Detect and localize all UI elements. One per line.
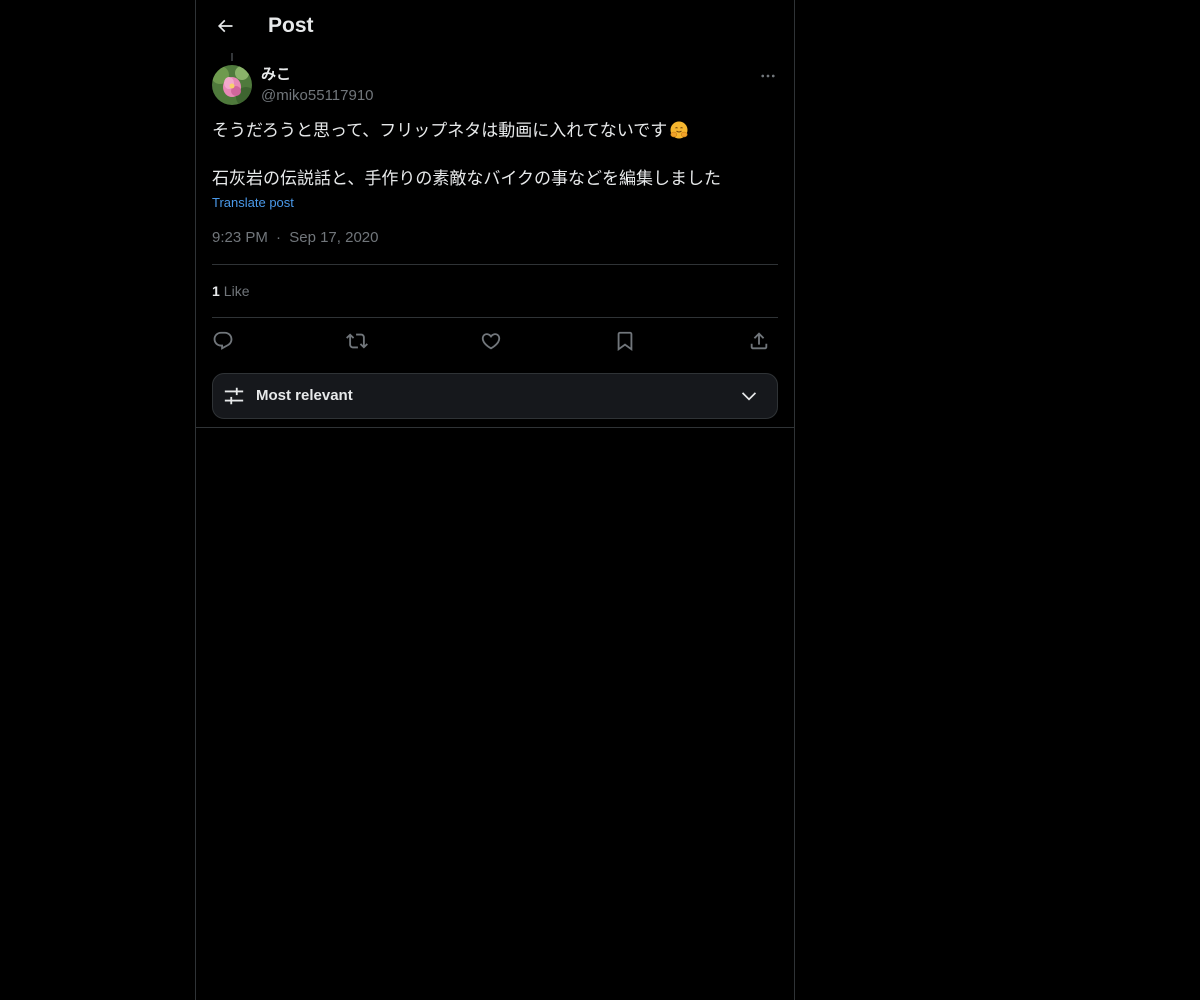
chevron-down-icon xyxy=(741,392,757,401)
share-button[interactable] xyxy=(744,326,774,356)
sort-label: Most relevant xyxy=(256,387,353,404)
timestamp-separator: · xyxy=(276,229,282,246)
bookmark-button[interactable] xyxy=(610,326,640,356)
back-button[interactable] xyxy=(208,9,242,43)
likes-count: 1 xyxy=(212,283,220,299)
sliders-icon xyxy=(224,387,244,405)
section-divider xyxy=(196,427,794,428)
divider xyxy=(212,264,778,265)
main-column: Post みこ @miko55117910 そうだろうと思って、フリップネタは動… xyxy=(195,0,795,1000)
arrow-left-icon xyxy=(217,19,233,33)
hugging-face-emoji xyxy=(670,121,688,139)
translate-post-link[interactable]: Translate post xyxy=(212,194,294,212)
page-title: Post xyxy=(268,14,314,37)
divider xyxy=(212,317,778,318)
post-actions-bar xyxy=(212,326,778,356)
more-horizontal-icon xyxy=(761,74,775,78)
pink-flower-avatar xyxy=(212,65,252,105)
post-text-line-2: 石灰岩の伝説話と、手作りの素敵なバイクの事などを編集しました xyxy=(212,169,721,188)
post-body: そうだろうと思って、フリップネタは動画に入れてないです 石灰岩の伝説話と、手作り… xyxy=(212,119,778,191)
more-options-button[interactable] xyxy=(756,64,780,88)
post-text-content-1: そうだろうと思って、フリップネタは動画に入れてないです xyxy=(212,121,668,140)
post-time[interactable]: 9:23 PM xyxy=(212,229,268,246)
reply-icon xyxy=(213,331,233,350)
sort-replies-dropdown[interactable]: Most relevant xyxy=(212,373,778,419)
page-header: Post xyxy=(196,0,794,53)
post-timestamp: 9:23 PM · Sep 17, 2020 xyxy=(212,228,378,248)
likes-label: Like xyxy=(223,283,250,299)
repost-button[interactable] xyxy=(342,326,372,356)
share-icon xyxy=(750,332,768,350)
reply-button[interactable] xyxy=(208,326,238,356)
heart-icon xyxy=(481,333,501,350)
post-date[interactable]: Sep 17, 2020 xyxy=(289,229,378,246)
thread-connector-line xyxy=(231,53,233,61)
repost-icon xyxy=(346,333,368,349)
author-name[interactable]: みこ xyxy=(261,65,291,85)
avatar[interactable] xyxy=(212,65,252,105)
post-text-line-1: そうだろうと思って、フリップネタは動画に入れてないです xyxy=(212,119,778,143)
like-button[interactable] xyxy=(476,326,506,356)
bookmark-icon xyxy=(617,331,633,352)
author-handle[interactable]: @miko55117910 xyxy=(261,86,374,106)
likes-count-link[interactable]: 1 Like xyxy=(212,281,249,301)
